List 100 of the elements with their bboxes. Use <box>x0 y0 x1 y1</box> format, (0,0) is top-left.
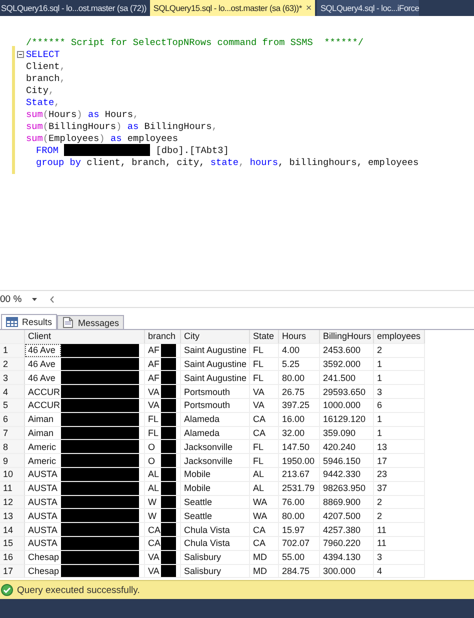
table-cell-text: Chesap <box>27 564 60 578</box>
results-tab[interactable]: Results <box>1 314 58 329</box>
column-header[interactable]: BillingHours <box>320 330 374 344</box>
table-cell: VA <box>250 398 279 413</box>
table-cell: 4.00 <box>279 344 320 358</box>
table-cell: Seattle <box>181 509 250 524</box>
table-cell: FL <box>250 344 279 358</box>
table-cell: 23 <box>374 468 425 482</box>
row-number: 3 <box>0 371 25 386</box>
table-cell: FL <box>250 371 279 386</box>
results-tab[interactable]: Messages <box>57 315 124 329</box>
table-cell: Alameda <box>181 412 250 427</box>
table-cell: 1 <box>374 426 425 440</box>
column-header[interactable]: branch <box>145 330 181 344</box>
table-cell: MD <box>250 550 279 565</box>
table-cell-text: ACCUR <box>27 386 61 398</box>
table-cell: CA <box>250 523 279 537</box>
table-cell: 9442.330 <box>320 468 374 482</box>
column-header[interactable]: Client <box>25 330 145 344</box>
table-cell: 284.75 <box>279 564 320 578</box>
table-cell-text: Chesap <box>27 551 60 564</box>
column-header[interactable]: State <box>250 330 279 344</box>
table-cell: Saint Augustine <box>181 344 250 358</box>
table-cell: CA <box>250 412 279 427</box>
table-cell[interactable]: 46 Ave <box>25 344 61 357</box>
table-cell-text: FL <box>147 413 160 426</box>
table-cell: Chula Vista <box>181 536 250 551</box>
table-cell-text: FL <box>147 426 160 440</box>
code-line: branch, <box>26 72 66 84</box>
table-cell-text: O <box>147 440 156 454</box>
table-cell: Portsmouth <box>181 385 250 399</box>
row-number: 2 <box>0 358 25 372</box>
table-cell: 5.25 <box>279 358 320 372</box>
table-cell: 8869.900 <box>320 496 374 510</box>
row-number: 7 <box>0 426 25 440</box>
row-number: 4 <box>0 385 25 399</box>
grid-icon <box>6 316 18 328</box>
table-cell-text: W <box>147 510 158 522</box>
code-line: Client, <box>26 60 66 72</box>
row-number: 5 <box>0 398 25 413</box>
row-number: 11 <box>0 482 25 496</box>
table-cell: 3 <box>374 550 425 565</box>
table-cell: 397.25 <box>279 398 320 413</box>
success-icon <box>1 584 13 596</box>
table-cell-text: 46 Ave <box>27 372 56 384</box>
row-number: 9 <box>0 454 25 468</box>
row-number: 17 <box>0 564 25 578</box>
table-cell-text: VA <box>147 551 160 564</box>
table-cell-text: ACCUR <box>27 399 61 412</box>
document-tab[interactable]: SQLQuery16.sql - lo...ost.master (sa (72)) <box>0 0 150 16</box>
table-cell-text: W <box>147 496 158 508</box>
table-cell: FL <box>250 454 279 468</box>
row-number: 1 <box>0 344 25 358</box>
table-cell: 15.97 <box>279 523 320 537</box>
table-cell: 6 <box>374 398 425 413</box>
close-button[interactable]: × <box>306 2 312 14</box>
table-cell-text: AF <box>147 358 161 370</box>
status-message: Query executed successfully. <box>17 584 140 596</box>
table-cell: Seattle <box>181 496 250 510</box>
table-cell: 11 <box>374 536 425 551</box>
table-cell: 241.500 <box>320 371 374 386</box>
table-cell: Saint Augustine <box>181 358 250 372</box>
column-header[interactable]: City <box>181 330 250 344</box>
table-cell-text: AUSTA <box>27 496 58 508</box>
table-cell: Portsmouth <box>181 398 250 413</box>
table-cell: 80.00 <box>279 371 320 386</box>
table-cell: 2453.600 <box>320 344 374 358</box>
table-cell: 13 <box>374 440 425 454</box>
row-number: 14 <box>0 523 25 537</box>
row-number: 8 <box>0 440 25 454</box>
table-cell: AL <box>250 468 279 482</box>
table-cell: Jacksonville <box>181 454 250 468</box>
table-cell: Salisbury <box>181 550 250 565</box>
document-tab[interactable]: SQLQuery15.sql - lo...ost.master (sa (63))* × <box>150 0 316 16</box>
column-header[interactable]: Hours <box>279 330 320 344</box>
table-cell: 1 <box>374 412 425 427</box>
code-line: City, <box>26 84 54 96</box>
column-header[interactable]: employees <box>374 330 425 344</box>
table-cell: 4257.380 <box>320 523 374 537</box>
table-cell: 55.00 <box>279 550 320 565</box>
table-cell: 80.00 <box>279 509 320 524</box>
code-line: /****** Script for SelectTopNRows command from SSMS ******/ <box>26 36 364 48</box>
table-cell: 359.090 <box>320 426 374 440</box>
table-cell-text: AUSTA <box>27 524 58 536</box>
table-cell-text: CA <box>147 524 161 536</box>
table-cell-text: AL <box>147 482 160 495</box>
document-tab[interactable]: SQLQuery4.sql - loc...iForce <box>317 0 420 16</box>
table-cell: 2 <box>374 496 425 510</box>
table-cell: 1950.00 <box>279 454 320 468</box>
table-cell: 37 <box>374 482 425 496</box>
table-cell-text: VA <box>147 399 160 412</box>
table-cell: 11 <box>374 523 425 537</box>
table-cell: CA <box>250 536 279 551</box>
table-cell: FL <box>250 358 279 372</box>
zoom-dropdown[interactable]: 00 % <box>0 294 42 304</box>
table-cell-text: AUSTA <box>27 482 58 495</box>
table-cell-text: O <box>147 454 156 467</box>
table-cell: Mobile <box>181 468 250 482</box>
row-number: 16 <box>0 550 25 565</box>
table-cell: 300.000 <box>320 564 374 578</box>
